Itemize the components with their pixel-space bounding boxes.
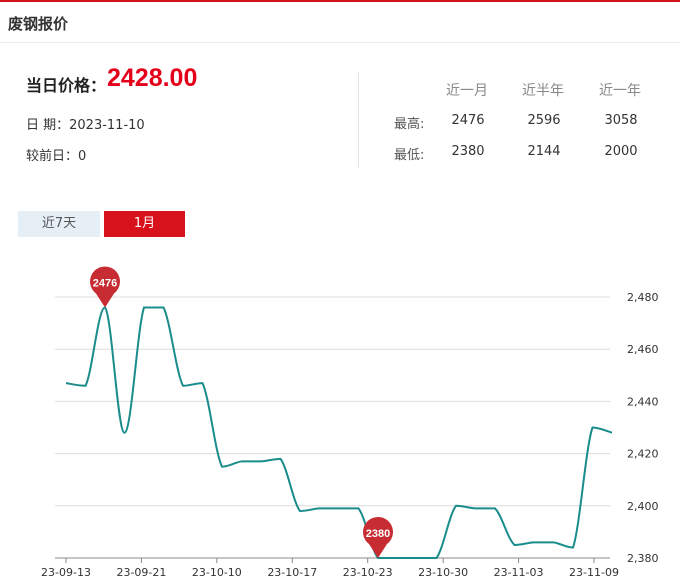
y-axis: 2,380 2,400 2,420 2,440 2,460 2,480	[627, 291, 659, 565]
marker-label: 2380	[366, 528, 390, 540]
y-tick-label: 2,380	[627, 552, 659, 565]
x-tick-label: 23-09-21	[116, 566, 166, 579]
price-series-line	[65, 306, 613, 559]
x-tick-label: 23-11-09	[569, 566, 619, 579]
value-marker-pin: 2380	[363, 517, 393, 558]
x-tick-label: 23-10-23	[343, 566, 393, 579]
price-line-chart: 2,3802,4002,4202,4402,4602,480 23-09-13 2…	[41, 266, 659, 579]
x-tick-label: 23-11-03	[494, 566, 544, 579]
marker-label: 2476	[93, 277, 117, 289]
x-axis: 23-09-13 23-09-21 23-10-10 23-10-17 23-10-23…	[41, 558, 619, 579]
y-tick-label: 2,420	[627, 448, 659, 461]
x-tick-label: 23-10-30	[418, 566, 468, 579]
y-tick-label: 2,480	[627, 291, 659, 304]
chart-markers: 2476 2380	[90, 266, 393, 558]
y-tick-label: 2,400	[627, 500, 659, 513]
x-tick-label: 23-09-13	[41, 566, 91, 579]
x-tick-label: 23-10-17	[267, 566, 317, 579]
y-tick-label: 2,460	[627, 343, 659, 356]
value-marker-pin: 2476	[90, 266, 121, 308]
y-tick-label: 2,440	[627, 395, 659, 408]
x-tick-label: 23-10-10	[192, 566, 242, 579]
